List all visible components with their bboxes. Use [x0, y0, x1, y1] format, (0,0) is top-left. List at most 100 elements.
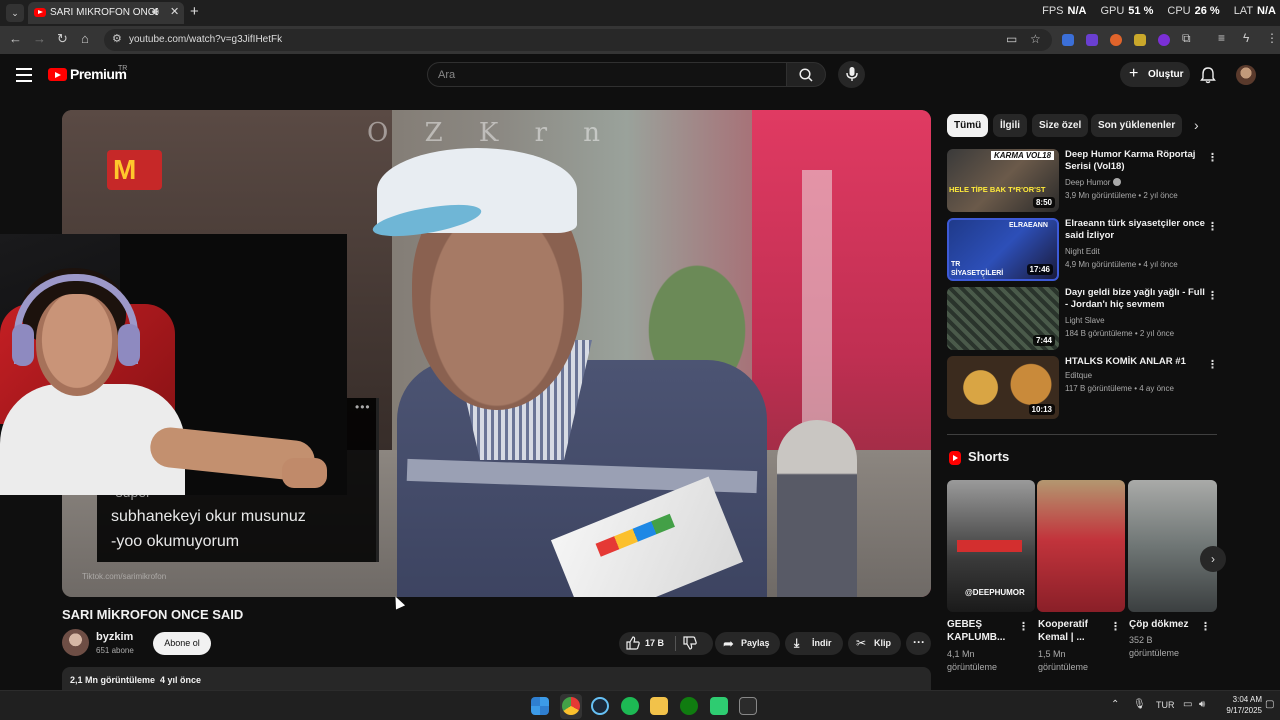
app-icon[interactable] [739, 697, 757, 715]
voice-search-button[interactable] [838, 61, 865, 88]
short-title[interactable]: Kooperatif Kemal | ... [1038, 618, 1112, 644]
video-thumbnail[interactable]: KARMA VOL18 HELE TİPE BAK T*R'OR'ST 8:50 [947, 149, 1059, 212]
more-vertical-icon[interactable]: ⋮ [1110, 620, 1121, 633]
system-clock[interactable]: 3:04 AM 9/17/2025 [1222, 694, 1262, 716]
video-thumbnail[interactable]: ELRAEANN TR SİYASETÇİLERİ ONCE SAİD 17:4… [947, 218, 1059, 281]
subscribe-button[interactable]: Abone ol [153, 632, 211, 655]
video-title[interactable]: Deep Humor Karma Röportaj Serisi (Vol18) [1065, 149, 1205, 173]
channel-avatar[interactable] [62, 629, 89, 656]
chip-for-you[interactable]: Size özel [1032, 114, 1089, 137]
video-title[interactable]: Dayı geldi bize yağlı yağlı - Full - Jor… [1065, 287, 1205, 311]
extension-icon[interactable]: ϟ [1243, 31, 1249, 45]
short-thumbnail[interactable]: @DEEPHUMOR [947, 480, 1035, 612]
file-explorer-icon[interactable] [650, 697, 668, 715]
channel-name[interactable]: Night Edit [1065, 247, 1100, 256]
search-input[interactable] [438, 66, 768, 84]
chip-recently-uploaded[interactable]: Son yüklenenler [1091, 114, 1183, 137]
subtitle-line: subhanekeyi okur musunuz [111, 508, 306, 525]
guide-menu-icon[interactable] [16, 68, 32, 86]
speaker-icon[interactable]: 🔊︎ [152, 6, 159, 19]
video-title[interactable]: Elraeann türk siyasetçiler once said İzl… [1065, 218, 1205, 242]
chip-all[interactable]: Tümü [947, 114, 989, 137]
download-button[interactable]: ⤓ İndir [785, 632, 843, 655]
home-icon[interactable]: ⌂ [81, 31, 89, 46]
translate-extension-icon[interactable] [1062, 34, 1074, 46]
more-vertical-icon[interactable]: ⋮ [1207, 358, 1218, 371]
video-duration: 8:50 [1032, 197, 1055, 208]
short-views: 352 B görüntüleme [1129, 635, 1180, 658]
short-thumbnail[interactable] [1037, 480, 1125, 612]
cpu-stat: CPU 26 % [1167, 5, 1220, 17]
channel-name[interactable]: Deep Humor [1065, 178, 1122, 187]
search-button[interactable] [786, 62, 826, 87]
chip-related[interactable]: İlgili [993, 114, 1027, 137]
bookmark-star-icon[interactable]: ☆ [1030, 32, 1041, 46]
tab-search-chevron-icon[interactable]: ⌄ [6, 4, 24, 22]
volume-icon[interactable]: 🔊︎ [1199, 699, 1205, 710]
browser-menu-icon[interactable]: ⋮ [1266, 31, 1278, 45]
reading-list-icon[interactable]: ≡ [1218, 31, 1225, 45]
notification-center-icon[interactable]: ▢ [1265, 699, 1274, 710]
new-tab-icon[interactable]: + [190, 3, 199, 21]
video-thumbnail[interactable]: 10:13 [947, 356, 1059, 419]
channel-name[interactable]: byzkim [96, 631, 133, 643]
recommended-video[interactable]: KARMA VOL18 HELE TİPE BAK T*R'OR'ST 8:50… [947, 149, 1218, 213]
app-icon[interactable] [710, 697, 728, 715]
windows-start-icon[interactable] [531, 697, 549, 715]
dislike-thumb-icon[interactable] [683, 636, 697, 652]
reload-icon[interactable]: ↻ [57, 31, 68, 47]
more-vertical-icon[interactable]: ⋮ [1018, 620, 1029, 633]
more-vertical-icon[interactable]: ⋮ [1200, 620, 1211, 633]
recommended-video[interactable]: 10:13 HTALKS KOMİK ANLAR #1 Editque 117 … [947, 356, 1218, 420]
youtube-logo-icon[interactable] [48, 68, 67, 81]
more-horizontal-icon: ··· [913, 635, 925, 649]
more-vertical-icon[interactable]: ⋮ [1207, 151, 1218, 164]
browser-tab[interactable]: SARI MİKROFON ONCE SAID 🔊︎ ✕ [28, 2, 184, 24]
short-title[interactable]: GEBEŞ KAPLUMB... [947, 618, 1021, 644]
create-button[interactable]: + Oluştur [1120, 62, 1190, 87]
extension-icon[interactable] [1086, 34, 1098, 46]
cast-icon[interactable]: ▭ [1006, 32, 1017, 46]
notifications-bell-icon[interactable] [1199, 66, 1217, 84]
more-vertical-icon[interactable]: ⋮ [1207, 289, 1218, 302]
extensions-puzzle-icon[interactable]: ⧉ [1182, 31, 1191, 46]
more-actions-button[interactable]: ··· [906, 632, 931, 655]
url-bar[interactable]: ⚙︎ youtube.com/watch?v=g3JifIHetFk ▭ ☆ [104, 29, 1052, 51]
recommended-video[interactable]: 7:44 Dayı geldi bize yağlı yağlı - Full … [947, 287, 1218, 351]
spotify-icon[interactable] [621, 697, 639, 715]
steam-icon[interactable] [591, 697, 609, 715]
short-title[interactable]: Çöp dökmez [1129, 618, 1203, 631]
extension-icon[interactable] [1134, 34, 1146, 46]
short-thumbnail[interactable] [1128, 480, 1217, 612]
channel-name[interactable]: Editque [1065, 371, 1092, 380]
share-button[interactable]: ➦ Paylaş [715, 632, 780, 655]
xbox-icon[interactable] [680, 697, 698, 715]
microphone-tray-icon[interactable]: 🎙︎ [1133, 699, 1146, 710]
share-arrow-icon: ➦ [723, 636, 734, 651]
video-meta: 4,9 Mn görüntüleme • 4 yıl önce [1065, 260, 1178, 269]
extension-icon[interactable] [1110, 34, 1122, 46]
recommended-video[interactable]: ELRAEANN TR SİYASETÇİLERİ ONCE SAİD 17:4… [947, 218, 1218, 282]
back-icon[interactable]: ← [9, 31, 22, 46]
short-views: 4,1 Mn görüntüleme [947, 649, 998, 672]
network-icon[interactable]: ▭ [1183, 699, 1192, 710]
video-title[interactable]: HTALKS KOMİK ANLAR #1 [1065, 356, 1205, 368]
chrome-icon[interactable] [562, 697, 580, 715]
extension-icon[interactable] [1158, 34, 1170, 46]
video-thumbnail[interactable]: 7:44 [947, 287, 1059, 350]
tray-overflow-icon[interactable]: ⌃ [1111, 699, 1119, 710]
video-watermark: Tiktok.com/sarimikrofon [82, 572, 167, 581]
clip-button[interactable]: ✂ Klip [848, 632, 901, 655]
forward-icon[interactable]: → [33, 31, 46, 46]
close-tab-icon[interactable]: ✕ [170, 5, 179, 18]
account-avatar[interactable] [1236, 65, 1256, 85]
more-vertical-icon[interactable]: ⋮ [1207, 220, 1218, 233]
language-indicator[interactable]: TUR [1156, 700, 1175, 710]
shorts-next-button[interactable]: › [1200, 546, 1226, 572]
plus-icon: + [1129, 65, 1139, 82]
channel-name[interactable]: Light Slave [1065, 316, 1105, 325]
like-count[interactable]: 17 B [645, 638, 664, 648]
like-thumb-icon[interactable] [626, 636, 640, 652]
site-info-icon[interactable]: ⚙︎ [112, 32, 122, 45]
chevron-right-icon[interactable]: › [1194, 117, 1199, 133]
